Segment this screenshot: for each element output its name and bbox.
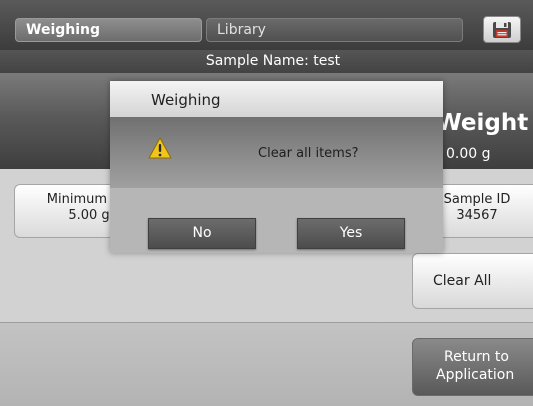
clear-all-button[interactable]: Clear All: [412, 253, 533, 309]
return-label-line2: Application: [436, 367, 515, 383]
no-button[interactable]: No: [148, 218, 256, 249]
return-label-line1: Return to: [444, 349, 509, 365]
sample-name-bar: Sample Name: test: [0, 50, 533, 73]
top-tab-bar: Weighing Library: [0, 0, 533, 50]
dialog-body: Clear all items?: [110, 117, 443, 188]
yes-button[interactable]: Yes: [297, 218, 405, 249]
save-button[interactable]: [483, 16, 521, 43]
tab-weighing[interactable]: Weighing: [15, 18, 202, 42]
dialog-message: Clear all items?: [258, 146, 359, 161]
dialog-title: Weighing: [110, 81, 443, 117]
tab-library[interactable]: Library: [206, 18, 463, 42]
floppy-disk-icon: [493, 22, 511, 38]
sample-name-text: Sample Name: test: [205, 53, 341, 69]
warning-icon: [148, 137, 172, 159]
weight-value: 0.00 g: [446, 146, 491, 162]
clear-items-dialog: Weighing Clear all items? No Yes: [110, 81, 443, 253]
weighing-screen: Weighing Library Sample Name: test n Wei…: [0, 0, 533, 406]
return-to-application-button[interactable]: Return to Application: [412, 338, 533, 396]
